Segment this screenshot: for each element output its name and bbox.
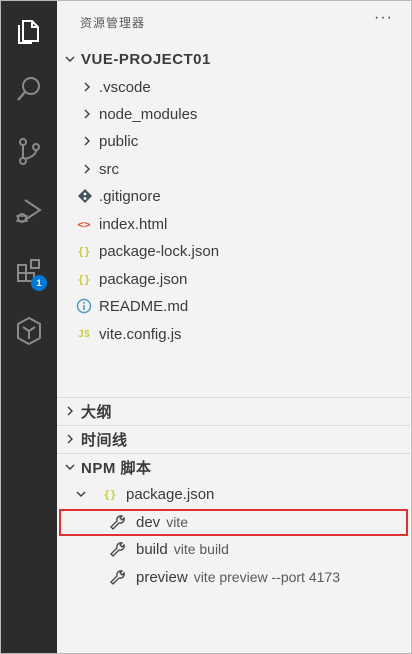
file-label: README.md [99,297,189,315]
sidebar-title: 资源管理器 [80,16,146,30]
tree-folder[interactable]: node_modules [57,101,410,127]
script-name: preview [136,568,188,586]
run-debug-icon[interactable] [1,187,57,235]
dev-script-highlight [59,509,408,536]
section-timeline[interactable]: 时间线 [57,426,410,452]
chevron-right-icon [67,406,73,416]
project-name: VUE-PROJECT01 [81,50,211,68]
chevron-down-icon [65,464,75,470]
explorer-icon[interactable] [1,7,57,55]
tree-folder[interactable]: public [57,128,410,154]
remote-icon[interactable] [1,307,57,355]
npm-package[interactable]: {} package.json [57,481,410,507]
section-title: NPM 脚本 [81,459,152,477]
section-title: 大纲 [81,403,113,421]
tree-file[interactable]: {} package.json [57,266,410,292]
tree-file[interactable]: {} package-lock.json [57,238,410,264]
section-outline[interactable]: 大纲 [57,398,410,424]
script-name: build [136,540,168,558]
json-icon: {} [77,244,91,258]
explorer-sidebar: 资源管理器 ··· VUE-PROJECT01 .vscode node_mod… [57,1,410,653]
project-root[interactable]: VUE-PROJECT01 [57,46,410,72]
chevron-right-icon [84,164,90,174]
tree-folder[interactable]: .vscode [57,74,410,100]
file-label: package-lock.json [99,242,220,260]
file-label: .gitignore [99,187,161,205]
html-icon: <> [77,217,91,231]
chevron-right-icon [67,434,73,444]
tree-file[interactable]: README.md [57,293,410,319]
script-command: vite preview --port 4173 [193,568,340,585]
section-npm-scripts[interactable]: NPM 脚本 [57,454,410,480]
extensions-icon[interactable]: 1 [1,247,57,295]
git-diamond-icon [78,189,92,203]
search-icon[interactable] [1,65,57,113]
file-label: index.html [99,215,168,233]
tree-folder[interactable]: src [57,156,410,182]
extensions-badge: 1 [31,275,47,291]
chevron-right-icon [84,82,90,92]
activity-bar: 1 [1,1,57,653]
wrench-icon [110,570,125,585]
js-icon: JS [77,328,91,340]
npm-script-build[interactable]: build vite build [57,536,410,562]
folder-label: public [99,132,139,150]
file-label: package.json [99,270,188,288]
json-icon: {} [103,487,117,501]
chevron-down-icon [76,491,86,497]
file-label: vite.config.js [99,325,182,343]
folder-label: .vscode [99,78,151,96]
chevron-down-icon [65,56,75,62]
more-actions-icon[interactable]: ··· [374,9,393,27]
chevron-right-icon [84,136,90,146]
script-command: vite build [173,540,229,557]
json-icon: {} [77,272,91,286]
source-control-icon[interactable] [1,127,57,175]
folder-label: node_modules [99,105,198,123]
info-icon [76,298,92,314]
tree-file[interactable]: <> index.html [57,211,410,237]
tree-file[interactable]: .gitignore [57,183,410,209]
tree-file[interactable]: JS vite.config.js [57,321,410,347]
npm-package-label: package.json [126,485,215,503]
section-title: 时间线 [81,431,128,449]
chevron-right-icon [84,109,90,119]
folder-label: src [99,160,119,178]
npm-script-preview[interactable]: preview vite preview --port 4173 [57,564,410,590]
wrench-icon [110,542,125,557]
